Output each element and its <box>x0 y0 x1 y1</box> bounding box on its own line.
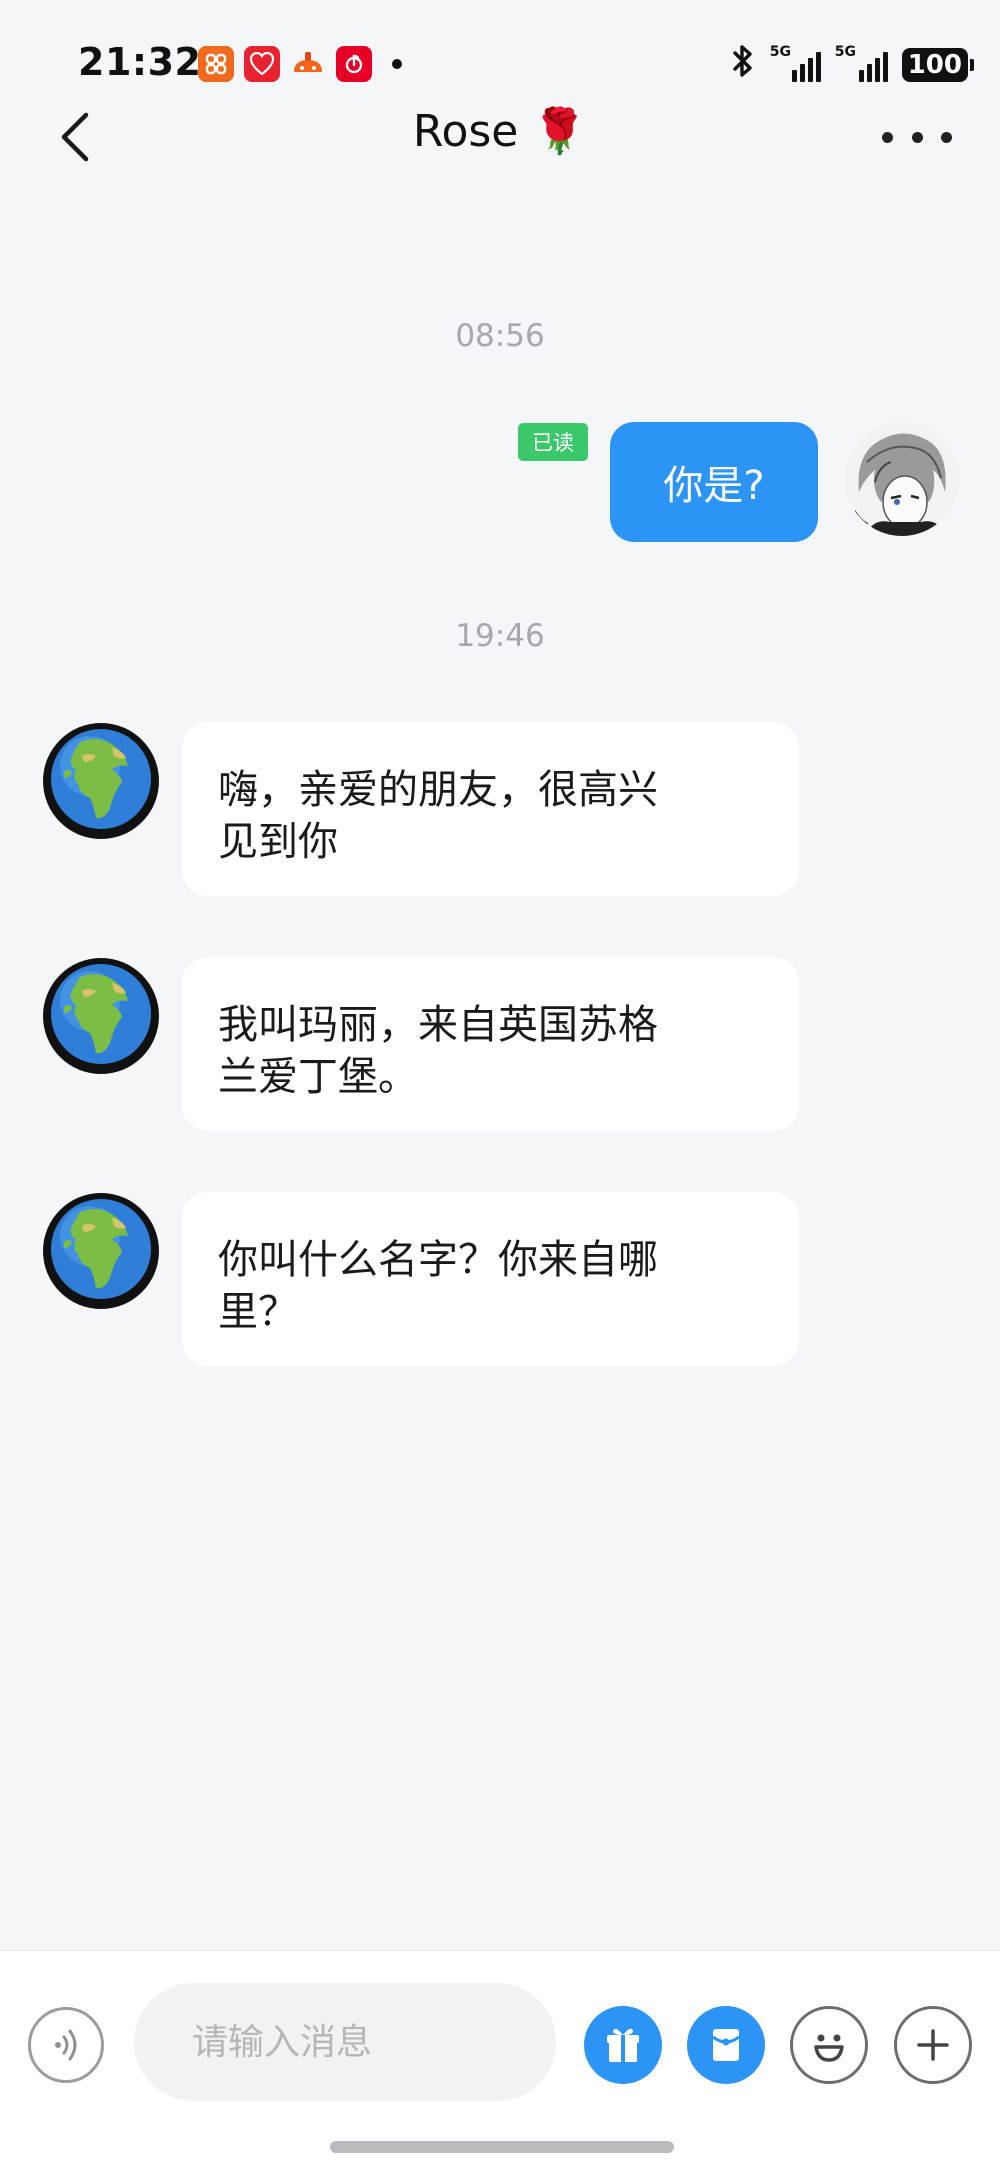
gift-button[interactable] <box>584 2006 662 2084</box>
status-indicators: 5G 5G 100 <box>730 44 975 86</box>
chat-header: Rose 🌹 <box>0 95 1000 175</box>
more-horizontal-icon <box>882 131 893 143</box>
incoming-message-bubble[interactable]: 我叫玛丽，来自英国苏格 兰爱丁堡。 <box>182 957 799 1131</box>
emoji-button[interactable] <box>790 2006 868 2084</box>
taobao-app-icon <box>290 46 326 82</box>
contact-avatar[interactable] <box>42 1192 160 1310</box>
xiaohongshu-app-icon <box>244 46 280 82</box>
emoji-icon <box>814 2034 844 2062</box>
voice-icon <box>55 2029 77 2061</box>
battery-icon: 100 <box>901 48 975 82</box>
message-text-line: 我叫玛丽，来自英国苏格 <box>218 1002 658 1048</box>
message-text-line: 兰爱丁堡。 <box>218 1054 418 1100</box>
plus-icon <box>917 2029 949 2061</box>
chat-title: Rose 🌹 <box>412 106 588 157</box>
incoming-message-bubble[interactable]: 你叫什么名字？你来自哪 里？ <box>182 1192 799 1366</box>
globe-africa-icon <box>43 723 159 839</box>
status-time: 21:32 <box>78 40 202 84</box>
more-actions-button[interactable] <box>894 2006 972 2084</box>
message-input[interactable] <box>134 1983 556 2101</box>
home-indicator[interactable] <box>330 2141 674 2153</box>
incoming-message-bubble[interactable]: 嗨，亲爱的朋友，很高兴 见到你 <box>182 722 799 896</box>
outgoing-message-bubble[interactable]: 你是? <box>610 422 818 542</box>
voice-input-button[interactable] <box>28 2007 104 2083</box>
read-status-badge: 已读 <box>518 423 588 461</box>
signal-strength-icon: 5G <box>770 44 821 82</box>
contact-avatar[interactable] <box>42 722 160 840</box>
bluetooth-icon <box>730 44 756 86</box>
globe-africa-icon <box>43 958 159 1074</box>
message-text-line: 你叫什么名字？你来自哪 <box>218 1237 658 1283</box>
message-timestamp: 08:56 <box>455 318 545 354</box>
contact-avatar[interactable] <box>42 957 160 1075</box>
notification-app-icons <box>198 46 372 82</box>
message-timestamp: 19:46 <box>455 618 545 654</box>
globe-africa-icon <box>43 1193 159 1309</box>
red-packet-icon <box>712 2029 740 2061</box>
meituan-app-icon <box>198 46 234 82</box>
message-text-line: 嗨，亲爱的朋友，很高兴 <box>218 767 658 813</box>
message-text-line: 见到你 <box>218 819 338 865</box>
gift-icon <box>607 2028 639 2062</box>
more-options-button[interactable] <box>882 107 952 167</box>
red-packet-button[interactable] <box>687 2006 765 2084</box>
message-input-bar <box>0 1950 1000 2171</box>
notification-dot <box>392 59 402 69</box>
signal-strength-2-icon: 5G <box>835 44 888 82</box>
message-text-line: 里？ <box>218 1289 298 1335</box>
netease-music-app-icon <box>336 46 372 82</box>
my-avatar[interactable] <box>845 422 959 536</box>
